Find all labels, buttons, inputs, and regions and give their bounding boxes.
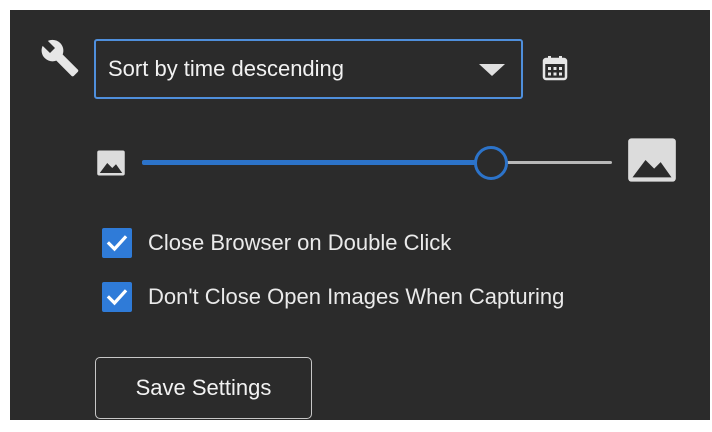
slider-fill	[142, 160, 490, 165]
image-small-icon	[96, 148, 126, 178]
dont-close-images-label: Don't Close Open Images When Capturing	[148, 284, 565, 309]
sort-order-select[interactable]: Sort by time descending	[94, 39, 523, 99]
sort-order-value: Sort by time descending	[108, 56, 345, 81]
wrench-icon	[40, 38, 80, 78]
dont-close-images-checkbox[interactable]	[102, 282, 132, 312]
image-large-icon	[626, 134, 678, 186]
close-browser-label: Close Browser on Double Click	[148, 230, 452, 255]
checkmark-icon	[106, 289, 128, 306]
close-browser-checkbox[interactable]	[102, 228, 132, 258]
calendar-icon[interactable]	[542, 55, 568, 81]
save-settings-button[interactable]: Save Settings	[95, 357, 312, 419]
screenshot-frame: Sort by time descending Close Browser on…	[0, 0, 712, 432]
thumbnail-size-slider[interactable]	[142, 143, 612, 183]
dont-close-images-option[interactable]: Don't Close Open Images When Capturing	[102, 278, 672, 314]
close-browser-on-double-click-option[interactable]: Close Browser on Double Click	[102, 224, 552, 260]
slider-thumb[interactable]	[473, 146, 508, 180]
settings-panel: Sort by time descending Close Browser on…	[10, 10, 710, 420]
chevron-down-icon	[479, 64, 505, 76]
checkmark-icon	[106, 235, 128, 252]
